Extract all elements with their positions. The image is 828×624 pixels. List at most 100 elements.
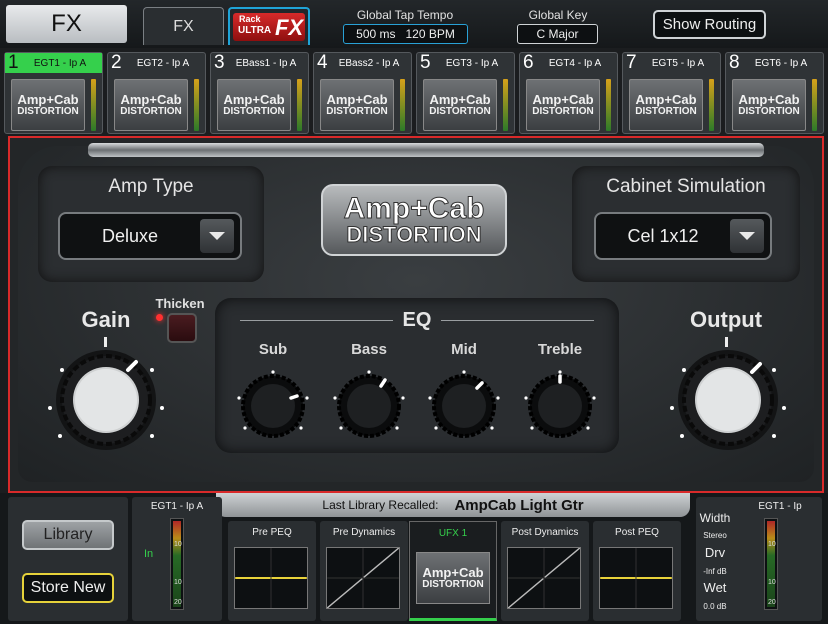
- tap-tempo-field[interactable]: 500 ms 120 BPM: [343, 24, 468, 44]
- slot-header: 8 EGT6 - Ip A: [726, 52, 823, 73]
- slot-thumb-line1: Amp+Cab: [532, 92, 594, 107]
- top-rail: [88, 143, 764, 157]
- slot-number: 6: [523, 52, 534, 73]
- sub-label: Sub: [258, 341, 288, 358]
- slot-level-meter: [194, 79, 199, 131]
- post-dynamics-label: Post Dynamics: [511, 527, 579, 538]
- meter-scale: 20: [768, 599, 776, 606]
- post-peq-block[interactable]: Post PEQ: [593, 521, 681, 621]
- pre-peq-block[interactable]: Pre PEQ: [228, 521, 316, 621]
- width-label: Width: [699, 511, 731, 525]
- slot-header: 1 EGT1 - Ip A: [5, 52, 102, 73]
- mid-knob[interactable]: [424, 368, 504, 444]
- meter-scale: 10: [768, 579, 776, 586]
- ufx-thumbnail: Amp+Cab DISTORTION: [416, 552, 490, 604]
- slot-level-meter: [297, 79, 302, 131]
- pre-dynamics-label: Pre Dynamics: [332, 527, 396, 538]
- last-library-label: Last Library Recalled:: [322, 498, 439, 512]
- slot-level-meter: [503, 79, 508, 131]
- post-dynamics-block[interactable]: Post Dynamics: [501, 521, 589, 621]
- output-knob[interactable]: [662, 348, 794, 458]
- fx-slot-5[interactable]: 5 EGT3 - Ip A Amp+Cab DISTORTION: [416, 52, 515, 134]
- logo-line1: Amp+Cab: [343, 192, 485, 225]
- tap-tempo-bpm: 120 BPM: [405, 27, 455, 41]
- slot-header: 5 EGT3 - Ip A: [417, 52, 514, 73]
- store-new-button[interactable]: Store New: [22, 573, 114, 603]
- fx-slot-1[interactable]: 1 EGT1 - Ip A Amp+Cab DISTORTION: [4, 52, 103, 134]
- gain-top-tick: [104, 337, 107, 347]
- wet-label: Wet: [703, 580, 727, 595]
- pre-dynamics-graph: [326, 547, 400, 609]
- slot-number: 8: [729, 52, 740, 73]
- cabinet-label: Cabinet Simulation: [606, 176, 766, 197]
- last-library-bar: Last Library Recalled: AmpCab Light Gtr: [216, 493, 690, 517]
- slot-thumb-line2: DISTORTION: [17, 106, 79, 117]
- fx-slot-2[interactable]: 2 EGT2 - Ip A Amp+Cab DISTORTION: [107, 52, 206, 134]
- slot-level-meter: [709, 79, 714, 131]
- thicken-button[interactable]: [167, 313, 197, 343]
- tap-tempo-label: Global Tap Tempo: [356, 8, 454, 22]
- slot-thumb-line2: DISTORTION: [429, 106, 491, 117]
- ufx-block[interactable]: UFX 1 Amp+Cab DISTORTION: [409, 521, 497, 621]
- gain-knob[interactable]: [40, 348, 172, 458]
- slot-name: EGT1 - Ip A: [33, 57, 87, 69]
- slot-header: 6 EGT4 - Ip A: [520, 52, 617, 73]
- treble-knob[interactable]: [520, 368, 600, 444]
- slot-number: 4: [317, 52, 328, 73]
- bass-knob[interactable]: [329, 368, 409, 444]
- eq-header: EQ: [240, 309, 594, 332]
- drv-value[interactable]: -Inf dB: [696, 567, 734, 576]
- tab-rack-ultra-fx[interactable]: Rack ULTRA FX: [228, 7, 310, 45]
- logo-line2: DISTORTION: [346, 222, 482, 247]
- post-dynamics-graph: [507, 547, 581, 609]
- fx-slot-7[interactable]: 7 EGT5 - Ip A Amp+Cab DISTORTION: [622, 52, 721, 134]
- sub-knob[interactable]: [233, 368, 313, 444]
- output-top-tick: [725, 337, 728, 347]
- fx-slot-6[interactable]: 6 EGT4 - Ip A Amp+Cab DISTORTION: [519, 52, 618, 134]
- rack-logo-line2: ULTRA: [238, 25, 272, 36]
- cabinet-value: Cel 1x12: [627, 225, 699, 246]
- fx-slot-3[interactable]: 3 EBass1 - Ip A Amp+Cab DISTORTION: [210, 52, 309, 134]
- amp-type-label: Amp Type: [108, 176, 194, 197]
- mid-label: Mid: [451, 341, 477, 358]
- slot-number: 2: [111, 52, 122, 73]
- slot-thumbnail: Amp+Cab DISTORTION: [217, 79, 291, 131]
- slot-thumb-line1: Amp+Cab: [223, 92, 285, 107]
- width-value[interactable]: Stereo: [696, 531, 734, 540]
- library-button[interactable]: Library: [22, 520, 114, 550]
- amp-type-panel: Amp Type Deluxe: [38, 166, 264, 282]
- wet-value[interactable]: 0.0 dB: [696, 602, 734, 611]
- tap-tempo-ms: 500 ms: [356, 27, 396, 41]
- amp-type-dropdown[interactable]: Deluxe: [58, 212, 242, 260]
- output-meter: 10 10 20: [764, 518, 778, 610]
- gain-label: Gain: [81, 307, 131, 332]
- slot-header: 7 EGT5 - Ip A: [623, 52, 720, 73]
- pre-dynamics-block[interactable]: Pre Dynamics: [320, 521, 408, 621]
- slot-number: 3: [214, 52, 225, 73]
- slot-number: 1: [8, 52, 19, 73]
- output-title: EGT1 - Ip: [758, 501, 802, 512]
- show-routing-button[interactable]: Show Routing: [653, 10, 766, 39]
- pre-peq-label: Pre PEQ: [252, 527, 292, 538]
- input-label: In: [144, 548, 154, 560]
- slot-number: 7: [626, 52, 637, 73]
- slot-level-meter: [91, 79, 96, 131]
- treble-label: Treble: [537, 341, 583, 358]
- global-key-field[interactable]: C Major: [517, 24, 598, 44]
- cabinet-dropdown[interactable]: Cel 1x12: [594, 212, 772, 260]
- slot-thumbnail: Amp+Cab DISTORTION: [320, 79, 394, 131]
- chevron-down-icon: [730, 219, 764, 253]
- fx-slot-8[interactable]: 8 EGT6 - Ip A Amp+Cab DISTORTION: [725, 52, 824, 134]
- tab-fx[interactable]: FX: [143, 7, 224, 45]
- cabinet-panel: Cabinet Simulation Cel 1x12: [572, 166, 800, 282]
- rack-ultra-fx-logo: Rack ULTRA FX: [233, 13, 305, 41]
- pre-peq-graph: [234, 547, 308, 609]
- thicken-label: Thicken: [155, 296, 205, 311]
- chevron-down-icon: [200, 219, 234, 253]
- slot-thumb-line1: Amp+Cab: [738, 92, 800, 107]
- output-label: Output: [689, 307, 763, 332]
- slot-thumb-line2: DISTORTION: [326, 106, 388, 117]
- ufx-label: UFX 1: [438, 528, 468, 539]
- fx-slot-4[interactable]: 4 EBass2 - Ip A Amp+Cab DISTORTION: [313, 52, 412, 134]
- input-meter: 10 10 20: [170, 518, 184, 610]
